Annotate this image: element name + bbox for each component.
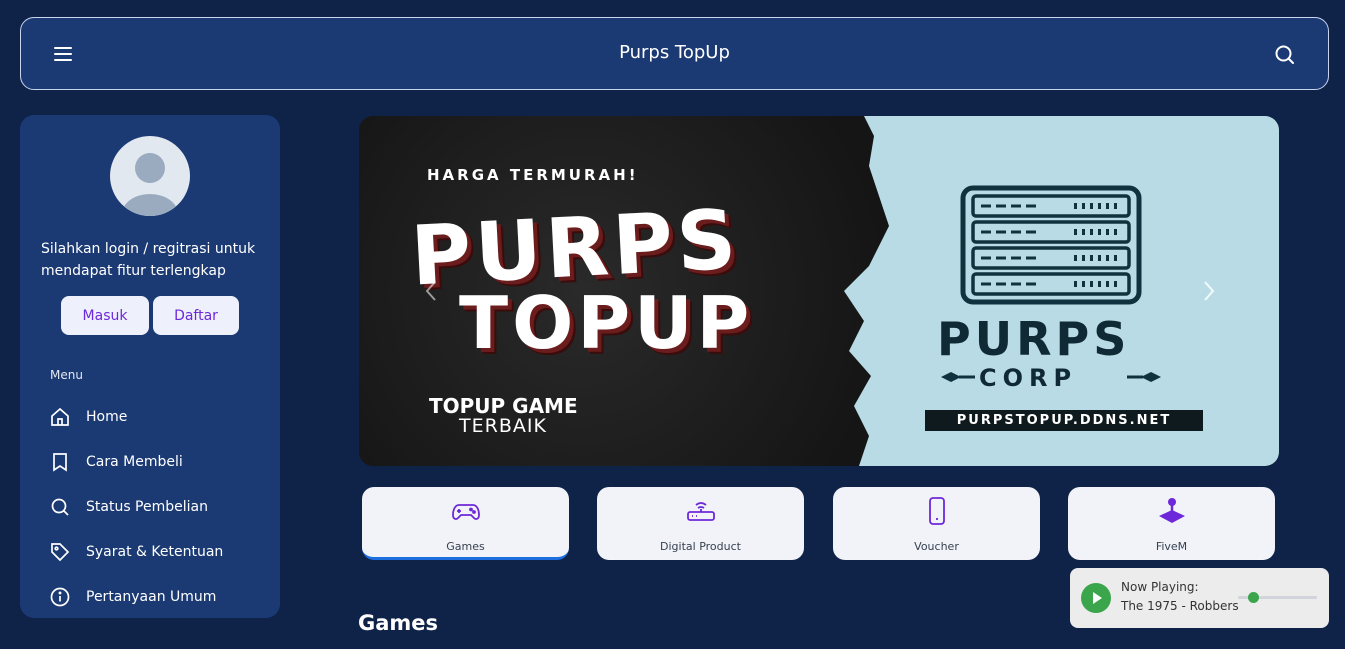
search-icon [48, 495, 72, 519]
sidebar-item-label: Cara Membeli [86, 454, 183, 470]
banner-headline-line2: TOPUP [459, 281, 754, 365]
play-button-icon[interactable] [1081, 583, 1111, 613]
sidebar-item-label: Syarat & Ketentuan [86, 544, 224, 560]
promo-banner-carousel[interactable]: HARGA TERMURAH! PURPS TOPUP TOPUP GAME T… [359, 116, 1279, 466]
sidebar-item-home[interactable]: Home [48, 402, 258, 432]
register-button[interactable]: Daftar [153, 296, 239, 335]
song-title: The 1975 - Robbers [1121, 599, 1239, 613]
slider-handle[interactable] [1248, 592, 1260, 603]
now-playing-label: Now Playing: [1121, 580, 1199, 594]
volume-slider[interactable] [1238, 592, 1317, 603]
sidebar: Silahkan login / regitrasi untuk mendapa… [20, 115, 280, 618]
corp-logo-name: PURPS [937, 312, 1131, 366]
sidebar-item-status-pembelian[interactable]: Status Pembelian [48, 492, 258, 522]
sidebar-item-pertanyaan-umum[interactable]: Pertanyaan Umum [48, 582, 258, 612]
login-prompt-text: Silahkan login / regitrasi untuk mendapa… [41, 241, 256, 279]
category-tab-games[interactable]: Games [362, 487, 569, 560]
info-icon [48, 585, 72, 609]
carousel-next-icon[interactable] [1199, 276, 1219, 306]
top-header: Purps TopUp [20, 17, 1329, 90]
category-tab-voucher[interactable]: Voucher [833, 487, 1040, 560]
category-tab-fivem[interactable]: FiveM [1068, 487, 1275, 560]
sidebar-item-syarat-ketentuan[interactable]: Syarat & Ketentuan [48, 537, 258, 567]
category-label: Voucher [914, 540, 959, 553]
category-tab-digital-product[interactable]: Digital Product [597, 487, 804, 560]
banner-tagline: HARGA TERMURAH! [427, 166, 639, 184]
banner-subtitle-line2: TERBAIK [459, 415, 547, 437]
phone-icon [833, 497, 1040, 525]
menu-heading: Menu [50, 368, 83, 382]
avatar [110, 136, 190, 216]
sidebar-item-label: Pertanyaan Umum [86, 589, 217, 605]
sidebar-item-label: Home [86, 409, 128, 425]
sidebar-item-cara-membeli[interactable]: Cara Membeli [48, 447, 258, 477]
tag-icon [48, 540, 72, 564]
corp-logo-sub: CORP [979, 364, 1078, 392]
bookmark-icon [48, 450, 72, 474]
sidebar-item-label: Status Pembelian [86, 499, 208, 515]
carousel-prev-icon[interactable] [421, 276, 441, 306]
joystick-icon [1068, 497, 1275, 525]
gamepad-icon [362, 497, 569, 525]
category-label: Digital Product [660, 540, 741, 553]
home-icon [48, 405, 72, 429]
category-label: Games [446, 540, 485, 553]
corp-url: PURPSTOPUP.DDNS.NET [925, 410, 1203, 431]
search-icon[interactable] [1274, 44, 1296, 66]
login-button[interactable]: Masuk [61, 296, 149, 335]
site-title[interactable]: Purps TopUp [21, 42, 1328, 63]
section-title-games: Games [358, 611, 439, 635]
category-label: FiveM [1155, 540, 1188, 553]
music-player: Now Playing: The 1975 - Robbers [1070, 568, 1329, 628]
router-icon [597, 497, 804, 525]
